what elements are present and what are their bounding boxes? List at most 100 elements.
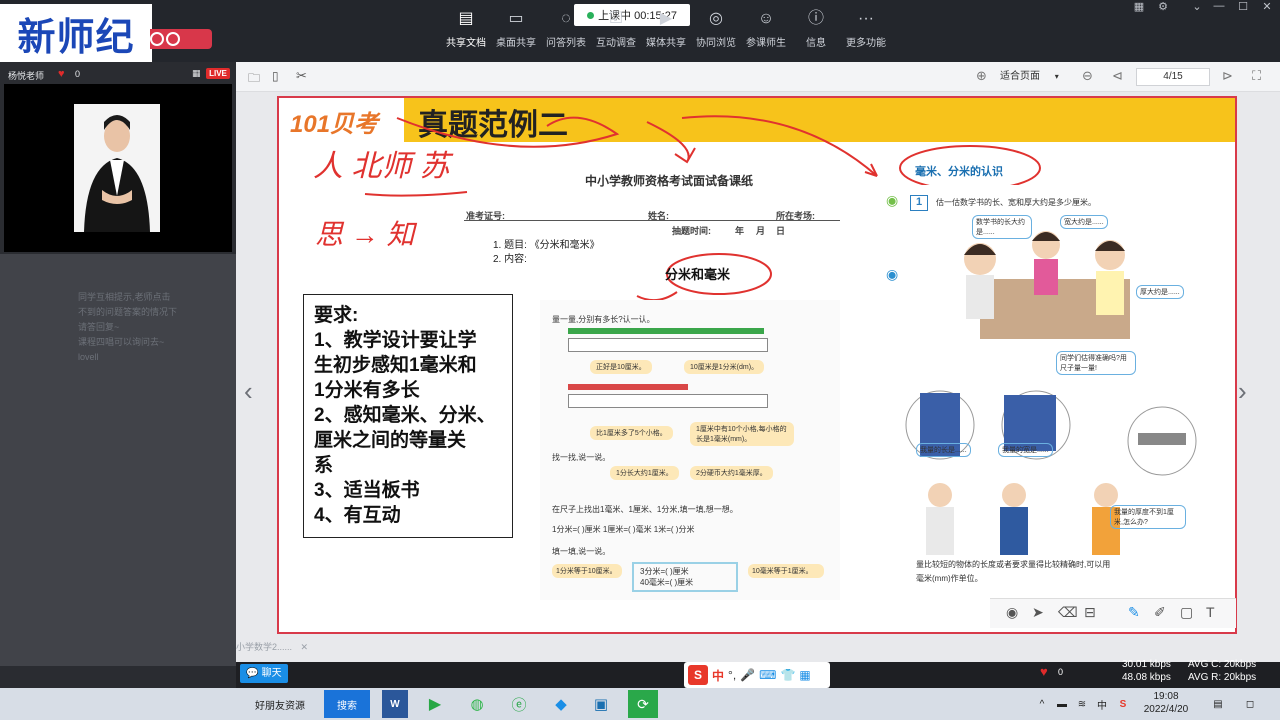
chat-line: 请答回复~	[78, 322, 120, 332]
textbook-page-right: 1 估一估数学书的长、宽和厚大约是多少厘米。 数学书的长大约是...... 宽大…	[880, 185, 1220, 595]
layout-icon[interactable]: ▦	[1128, 0, 1150, 14]
pin-icon[interactable]: ◉	[886, 266, 898, 283]
app-icon[interactable]: ⟳	[628, 690, 658, 718]
tool-shared-docs[interactable]: ▤ 共享文档	[438, 10, 494, 56]
tool-media-share[interactable]: ▶ 媒体共享	[638, 10, 694, 56]
record-controls[interactable]	[150, 29, 212, 49]
ime-indicator[interactable]: 中	[1094, 690, 1110, 718]
taskbar-clock[interactable]: 19:08 2022/4/20	[1136, 690, 1196, 718]
ime-mode-label: 中	[712, 668, 725, 683]
rectangle-icon[interactable]: ▢	[1180, 604, 1193, 621]
tb-bubble: 1厘米中有10个小格,每小格的长是1毫米(mm)。	[690, 422, 794, 446]
chat-bubble-icon[interactable]: ◻	[1240, 690, 1260, 718]
text-icon[interactable]: T	[1206, 604, 1215, 620]
scissors-icon[interactable]: ✂	[296, 68, 307, 84]
fit-page-label: 适合页面	[1000, 71, 1040, 82]
tb-line: 估一估数学书的长、宽和厚大约是多少厘米。	[936, 198, 1096, 207]
pointer-icon[interactable]: ➤	[1032, 604, 1044, 621]
zoom-in-icon[interactable]: ⊕	[976, 68, 987, 84]
tool-participants[interactable]: ☺ 参课师生	[738, 10, 794, 56]
app-icon[interactable]: ◆	[548, 690, 574, 718]
grid-icon[interactable]: ▦	[799, 668, 810, 682]
document-icon: ▤	[458, 10, 474, 27]
section-badge: 1	[910, 195, 928, 211]
tb-line: 找一找,说一说。	[552, 453, 611, 462]
prev-slide-icon[interactable]: ‹	[244, 376, 253, 407]
fullscreen-icon[interactable]: ⛶	[1252, 68, 1261, 84]
tb-bubble: 宽大约是......	[1060, 215, 1108, 229]
chat-button[interactable]: 💬 聊天	[240, 664, 288, 683]
taskbar-search-button[interactable]: 搜索	[324, 690, 370, 718]
punctuation-icon[interactable]: °,	[728, 668, 736, 682]
ime-toolbar[interactable]: S 中 °, 🎤 ⌨ 👕 ▦	[684, 662, 830, 688]
req-line: 2、感知毫米、分米、	[314, 405, 496, 426]
dropdown-icon: ▾	[1054, 72, 1059, 81]
tool-co-browse[interactable]: ◎ 协同浏览	[688, 10, 744, 56]
heart-icon[interactable]: ♥	[58, 68, 65, 80]
folder-icon[interactable]: 🗀	[248, 69, 260, 90]
live-badge: LIVE	[206, 68, 230, 79]
tool-more[interactable]: ··· 更多功能	[838, 10, 894, 56]
eraser-icon[interactable]: ⌫	[1058, 604, 1078, 621]
tb-bubble: 1分长大约1厘米。	[610, 466, 679, 480]
like-heart-icon[interactable]: ♥	[1040, 664, 1048, 679]
req-line: 生初步感知1毫米和	[314, 355, 477, 376]
zoom-out-icon[interactable]: ⊖	[1082, 68, 1093, 84]
prev-page-icon[interactable]: ⊲	[1112, 68, 1123, 84]
next-slide-icon[interactable]: ›	[1238, 376, 1247, 407]
pin-icon[interactable]: ◉	[886, 192, 898, 209]
next-page-icon[interactable]: ⊳	[1222, 68, 1233, 84]
pen-icon[interactable]: ✎	[1128, 604, 1140, 621]
page-number-input[interactable]: 4/15	[1136, 68, 1210, 86]
chat-icon: 💬	[246, 668, 259, 679]
tool-desktop-share[interactable]: ▭ 桌面共享	[488, 10, 544, 56]
file-icon[interactable]: ▯	[272, 69, 279, 83]
notification-icon[interactable]: ▤	[1208, 690, 1228, 718]
record-icon[interactable]	[150, 32, 164, 46]
sogou-tray-icon[interactable]: S	[1114, 690, 1132, 718]
stop-icon[interactable]	[166, 32, 180, 46]
tool-qa-list[interactable]: ◌ 问答列表	[538, 10, 594, 56]
ruler-icon	[568, 394, 768, 408]
signal-icon: ▦	[192, 68, 201, 78]
close-icon[interactable]: ✕	[1256, 0, 1278, 14]
skin-icon[interactable]: 👕	[780, 668, 795, 682]
doc-tab[interactable]: 小学数学2...... ✕	[236, 640, 326, 656]
teacher-name: 杨悦老师	[8, 71, 45, 81]
chevron-down-icon[interactable]: ⌄	[1186, 0, 1208, 14]
network-stats: 30.01 kbps 48.08 kbps AVG C: 20kbps AVG …	[1122, 659, 1262, 685]
compass-icon: ◎	[709, 10, 723, 27]
maximize-icon[interactable]: ☐	[1232, 0, 1254, 14]
clear-icon[interactable]: ⊟	[1084, 604, 1096, 621]
tb-bubble: 我量的长是......	[916, 443, 971, 457]
wifi-icon[interactable]: ≋	[1074, 690, 1090, 718]
battery-icon: ▬	[1057, 698, 1067, 710]
taskbar-search-input[interactable]: 好朋友资源	[236, 690, 324, 718]
keyboard-icon[interactable]: ⌨	[759, 668, 776, 682]
gear-icon[interactable]: ⚙	[1152, 0, 1174, 14]
tool-label: 共享文档	[446, 38, 486, 49]
app-icon[interactable]: ▣	[588, 690, 614, 718]
marker-icon[interactable]: ✐	[1154, 604, 1166, 621]
tool-label: 互动调查	[596, 38, 636, 49]
req-line: 要求:	[314, 305, 359, 326]
wechat-app-icon[interactable]: ◍	[464, 690, 490, 718]
close-icon[interactable]: ✕	[301, 642, 309, 652]
chat-icon: ◌	[561, 10, 571, 27]
avg-down: AVG R: 20kbps	[1188, 672, 1257, 683]
tb-line: 在尺子上找出1毫米、1厘米、1分米,填一填,想一想。	[552, 505, 738, 514]
annotation-toolbar: ◉ ➤ ⌫ ⊟ ✎ ✐ ▢ T	[990, 598, 1236, 628]
tool-info[interactable]: ⓘ 信息	[788, 10, 844, 56]
record-dot-icon[interactable]: ◉	[1006, 604, 1018, 621]
tb-bubble: 2分硬币大约1毫米厚。	[690, 466, 773, 480]
req-line: 系	[314, 455, 334, 476]
pencil-red	[568, 384, 688, 390]
chevron-up-icon[interactable]: ^	[1034, 690, 1050, 718]
player-app-icon[interactable]: ▶	[422, 690, 448, 718]
fit-page-select[interactable]: 适合页面 ▾	[1000, 68, 1072, 86]
word-app-icon[interactable]: W	[382, 690, 408, 718]
browser-app-icon[interactable]: ⓔ	[506, 690, 532, 718]
microphone-icon[interactable]: 🎤	[740, 668, 755, 682]
tool-survey[interactable]: ☑ 互动调查	[588, 10, 644, 56]
minimize-icon[interactable]: —	[1208, 0, 1230, 14]
